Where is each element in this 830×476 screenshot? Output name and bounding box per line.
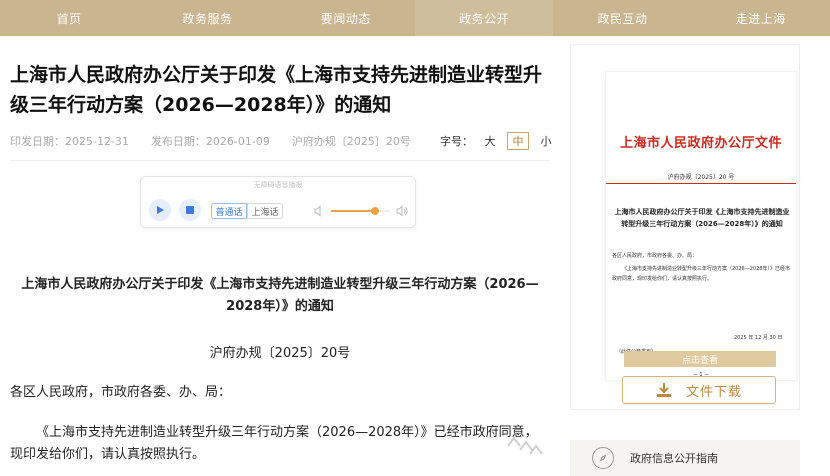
stop-icon [186,206,194,214]
download-button[interactable]: 文件下载 [622,376,776,404]
nav-item-about-shanghai[interactable]: 走进上海 [692,0,830,36]
doc-number: 沪府办规〔2025〕20号 [291,135,411,148]
top-nav: 首页 政务服务 要闻动态 政务公开 政民互动 走进上海 [0,0,830,36]
font-size-control: 字号： 大 中 小 [440,132,557,150]
issue-date: 印发日期：2025-12-31 [10,135,129,148]
thumb-date: 2025 年 12 月 30 日 [734,335,783,341]
nav-item-services[interactable]: 政务服务 [138,0,276,36]
compass-icon [592,447,614,469]
lang-mandarin-button[interactable]: 普通话 [211,203,247,219]
meta-divider [10,160,550,161]
view-document-button[interactable]: 点击查看 [624,351,776,367]
body-doc-number: 沪府办规〔2025〕20号 [209,346,351,361]
thumb-paragraph: 《上海市支持先进制造业转型升级三年行动方案（2026—2028年）》已经市政府同… [612,266,790,282]
nav-item-home[interactable]: 首页 [0,0,138,36]
volume-slider[interactable] [331,207,389,215]
corner-mark-icon [507,436,543,455]
font-size-small[interactable]: 小 [535,132,557,150]
volume-knob[interactable] [370,207,379,215]
play-button[interactable] [149,199,171,221]
volume-low-icon[interactable] [313,205,325,217]
volume-fill [331,210,375,212]
font-size-label: 字号： [440,135,473,148]
download-label: 文件下载 [685,384,742,400]
thumb-header: 上海市人民政府办公厅文件 [619,136,782,151]
download-icon [656,383,671,397]
info-guide-label: 政府信息公开指南 [630,452,718,465]
thumb-title: 上海市人民政府办公厅关于印发《上海市支持先进制造业转型升级三年行动方案（2026… [614,208,790,228]
nav-item-open-government[interactable]: 政务公开 [414,0,554,36]
nav-item-interaction[interactable]: 政民互动 [553,0,691,36]
publish-date: 发布日期：2026-01-09 [150,135,270,148]
body-heading: 上海市人民政府办公厅关于印发《上海市支持先进制造业转型升级三年行动方案（2026… [21,277,539,314]
play-icon [157,206,164,214]
article-meta: 印发日期：2025-12-31 发布日期：2026-01-09 沪府办规〔202… [10,133,411,149]
article-area: 上海市人民政府办公厅关于印发《上海市支持先进制造业转型升级三年行动方案（2026… [0,36,560,476]
font-size-medium[interactable]: 中 [507,132,529,150]
player-caption: 无障碍语音播报 [253,181,303,189]
document-thumbnail[interactable]: 上海市人民政府办公厅文件 沪府办规〔2025〕20 号 上海市人民政府办公厅关于… [605,71,797,381]
thumb-doc-number: 沪府办规〔2025〕20 号 [667,174,735,181]
font-size-large[interactable]: 大 [479,132,501,150]
document-preview-card: 上海市人民政府办公厅文件 沪府办规〔2025〕20 号 上海市人民政府办公厅关于… [570,44,800,410]
stop-button[interactable] [179,199,201,221]
thumb-salutation: 各区人民政府，市政府各委、办、局： [612,253,698,259]
lang-shanghainese-button[interactable]: 上海话 [247,203,283,219]
info-guide-link[interactable]: 政府信息公开指南 [570,440,800,476]
audio-player: 无障碍语音播报 普通话 上海话 [140,176,416,228]
thumb-red-rule [606,183,796,184]
body-paragraph: 《上海市支持先进制造业转型升级三年行动方案（2026—2028年）》已经市政府同… [10,425,538,462]
nav-item-news[interactable]: 要闻动态 [277,0,415,36]
volume-high-icon[interactable] [395,205,409,217]
article-title: 上海市人民政府办公厅关于印发《上海市支持先进制造业转型升级三年行动方案（2026… [10,64,543,116]
body-salutation: 各区人民政府，市政府各委、办、局： [10,385,232,400]
